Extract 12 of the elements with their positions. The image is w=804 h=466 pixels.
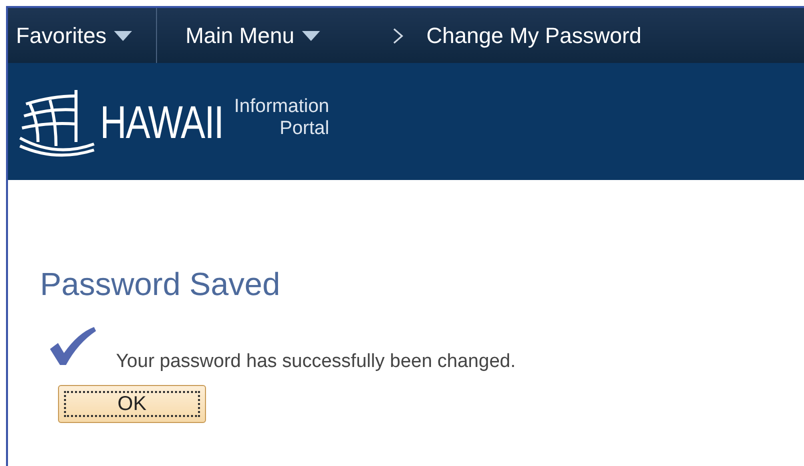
caret-icon [114, 30, 132, 40]
caret-icon [302, 30, 320, 40]
page-title: Password Saved [40, 266, 282, 303]
chevron-icon [392, 26, 404, 46]
breadcrumb: Change My Password [426, 22, 642, 48]
nav-menu[interactable]: Main Menu [157, 8, 320, 63]
success-message: Your password has successfully been changed. [116, 351, 516, 373]
checkmark-icon [48, 325, 96, 367]
logo-subtitle: Portal [280, 118, 330, 140]
ok-button[interactable]: OK [58, 385, 206, 423]
logo-subtitle: Information [234, 96, 330, 118]
logo-wordmark: HAWAII [100, 94, 224, 148]
